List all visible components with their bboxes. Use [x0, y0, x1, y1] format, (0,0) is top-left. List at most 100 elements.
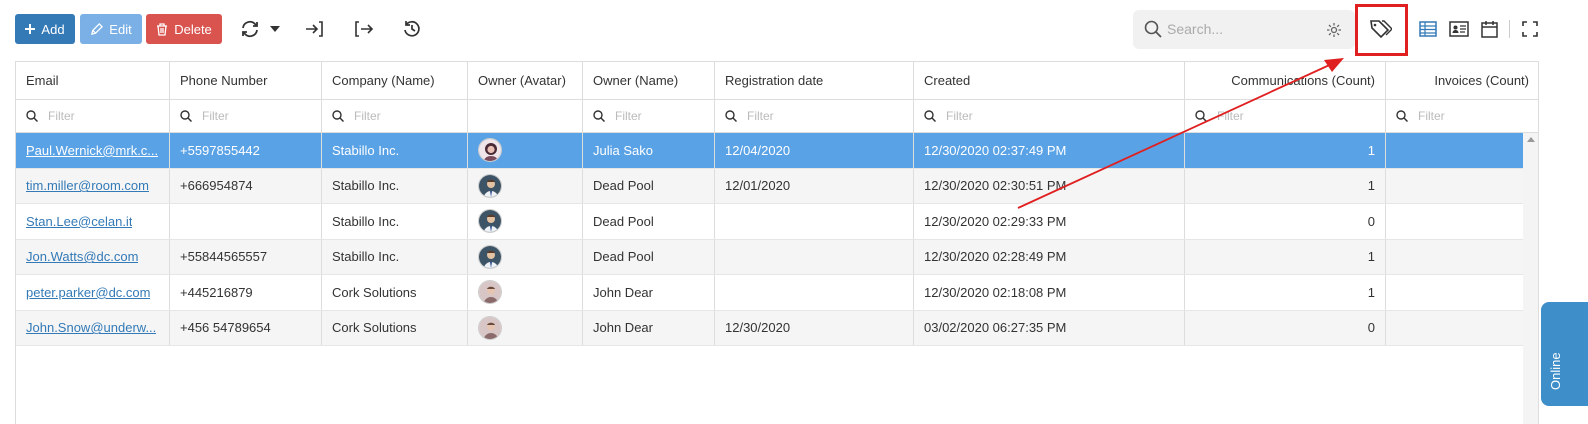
- cell-invoices: [1386, 240, 1538, 275]
- cell-phone: +445216879: [170, 275, 322, 310]
- cell-text: 0: [1367, 320, 1375, 336]
- column-header-owner-avatar[interactable]: Owner (Avatar): [468, 62, 583, 99]
- table-row[interactable]: Stan.Lee@celan.it Stabillo Inc. Dead Pool 1…: [16, 204, 1538, 240]
- filter-owner-name[interactable]: Filter: [583, 100, 715, 132]
- cell-company: Stabillo Inc.: [322, 168, 468, 203]
- cell-phone: +5597855442: [170, 133, 322, 168]
- cell-registration: [715, 239, 914, 274]
- cell-email[interactable]: Paul.Wernick@mrk.c...: [16, 133, 170, 168]
- scroll-up-arrow-icon[interactable]: [1527, 137, 1535, 142]
- vertical-scrollbar[interactable]: [1523, 133, 1538, 424]
- table-row[interactable]: tim.miller@room.com +666954874 Stabillo In…: [16, 168, 1538, 204]
- column-header-owner-name[interactable]: Owner (Name): [583, 62, 715, 99]
- cell-email[interactable]: peter.parker@dc.com: [16, 275, 170, 310]
- column-header-registration[interactable]: Registration date: [715, 62, 914, 99]
- cell-text: +456 54789654: [180, 320, 271, 336]
- search-input[interactable]: [1167, 19, 1317, 39]
- cell-company: Stabillo Inc.: [322, 133, 468, 168]
- cell-text: 12/01/2020: [725, 178, 791, 194]
- column-header-invoices[interactable]: Invoices (Count): [1386, 62, 1538, 99]
- cell-created: 03/02/2020 06:27:35 PM: [914, 310, 1185, 345]
- filter-registration[interactable]: Filter: [715, 100, 914, 132]
- email-link[interactable]: Paul.Wernick@mrk.c...: [26, 143, 158, 158]
- grid-filter-row: Filter Filter Filter Filter Filter Filte…: [16, 100, 1538, 133]
- cell-email[interactable]: Jon.Watts@dc.com: [16, 239, 170, 274]
- cell-text: +445216879: [180, 284, 253, 300]
- cell-phone: [170, 204, 322, 239]
- history-icon[interactable]: [400, 17, 424, 41]
- email-link[interactable]: tim.miller@room.com: [26, 178, 149, 193]
- filter-phone[interactable]: Filter: [170, 100, 322, 132]
- cell-text: 03/02/2020 06:27:35 PM: [924, 320, 1067, 336]
- delete-button[interactable]: Delete: [146, 14, 222, 44]
- caret-down-icon[interactable]: [265, 17, 285, 41]
- edit-button[interactable]: Edit: [80, 14, 142, 44]
- pencil-icon: [91, 22, 104, 35]
- cell-created: 12/30/2020 02:29:33 PM: [914, 204, 1185, 239]
- email-link[interactable]: Stan.Lee@celan.it: [26, 214, 132, 229]
- search-icon: [26, 110, 38, 122]
- email-link[interactable]: John.Snow@underw...: [26, 320, 156, 335]
- column-header-phone[interactable]: Phone Number: [170, 62, 322, 99]
- column-header-company[interactable]: Company (Name): [322, 62, 468, 99]
- filter-created[interactable]: Filter: [914, 100, 1185, 132]
- fullscreen-icon[interactable]: [1518, 17, 1542, 41]
- avatar: [478, 315, 502, 340]
- import-icon[interactable]: [302, 17, 326, 41]
- table-row[interactable]: John.Snow@underw... +456 54789654 Cork Sol…: [16, 310, 1538, 346]
- cell-email[interactable]: Stan.Lee@celan.it: [16, 204, 170, 239]
- cell-owner-avatar: [468, 133, 583, 168]
- search-icon: [1195, 110, 1207, 122]
- cell-company: Stabillo Inc.: [322, 204, 468, 239]
- column-header-email[interactable]: Email: [16, 62, 170, 99]
- column-header-created[interactable]: Created: [914, 62, 1185, 99]
- cell-invoices: [1386, 169, 1538, 204]
- column-header-communications[interactable]: Communications (Count): [1185, 62, 1386, 99]
- cell-text: +5597855442: [180, 142, 260, 158]
- filter-communications[interactable]: Filter: [1185, 100, 1386, 132]
- trash-icon: [157, 22, 168, 36]
- cell-communications: 0: [1185, 310, 1386, 345]
- cell-email[interactable]: John.Snow@underw...: [16, 310, 170, 345]
- calendar-view-icon[interactable]: [1477, 17, 1501, 41]
- cell-registration: 12/01/2020: [715, 168, 914, 203]
- search-icon: [924, 110, 936, 122]
- cell-owner-name: Julia Sako: [583, 133, 715, 168]
- cell-text: 12/30/2020 02:28:49 PM: [924, 249, 1067, 265]
- cell-text: Dead Pool: [593, 213, 654, 229]
- export-icon[interactable]: [352, 17, 376, 41]
- tag-icon[interactable]: [1369, 17, 1393, 41]
- cell-company: Cork Solutions: [322, 310, 468, 345]
- avatar: [478, 280, 502, 305]
- filter-email[interactable]: Filter: [16, 100, 170, 132]
- filter-invoices[interactable]: Filter: [1386, 100, 1538, 132]
- cell-text: John Dear: [593, 284, 653, 300]
- cell-text: 1: [1367, 178, 1375, 194]
- gear-icon[interactable]: [1326, 22, 1342, 38]
- online-tab-label: Online: [1548, 352, 1563, 390]
- cell-text: Julia Sako: [593, 142, 653, 158]
- cell-text: Stabillo Inc.: [332, 178, 400, 194]
- search-icon: [332, 110, 344, 122]
- cell-owner-name: John Dear: [583, 275, 715, 310]
- cell-text: Dead Pool: [593, 178, 654, 194]
- cell-registration: [715, 204, 914, 239]
- cell-communications: 1: [1185, 133, 1386, 168]
- filter-company[interactable]: Filter: [322, 100, 468, 132]
- cell-text: John Dear: [593, 320, 653, 336]
- cell-text: Dead Pool: [593, 249, 654, 265]
- table-view-icon[interactable]: [1416, 17, 1440, 41]
- cell-invoices: [1386, 311, 1538, 346]
- email-link[interactable]: Jon.Watts@dc.com: [26, 249, 138, 264]
- email-link[interactable]: peter.parker@dc.com: [26, 285, 150, 300]
- cell-email[interactable]: tim.miller@room.com: [16, 168, 170, 203]
- refresh-icon[interactable]: [238, 17, 262, 41]
- toolbar-divider: [1509, 20, 1510, 38]
- online-status-tab[interactable]: Online: [1541, 302, 1588, 406]
- cell-text: Stabillo Inc.: [332, 249, 400, 265]
- card-view-icon[interactable]: [1447, 17, 1471, 41]
- table-row[interactable]: Paul.Wernick@mrk.c... +5597855442 Stabillo…: [16, 133, 1538, 169]
- table-row[interactable]: Jon.Watts@dc.com +55844565557 Stabillo Inc…: [16, 239, 1538, 275]
- table-row[interactable]: peter.parker@dc.com +445216879 Cork Soluti…: [16, 275, 1538, 311]
- add-button[interactable]: Add: [15, 14, 75, 44]
